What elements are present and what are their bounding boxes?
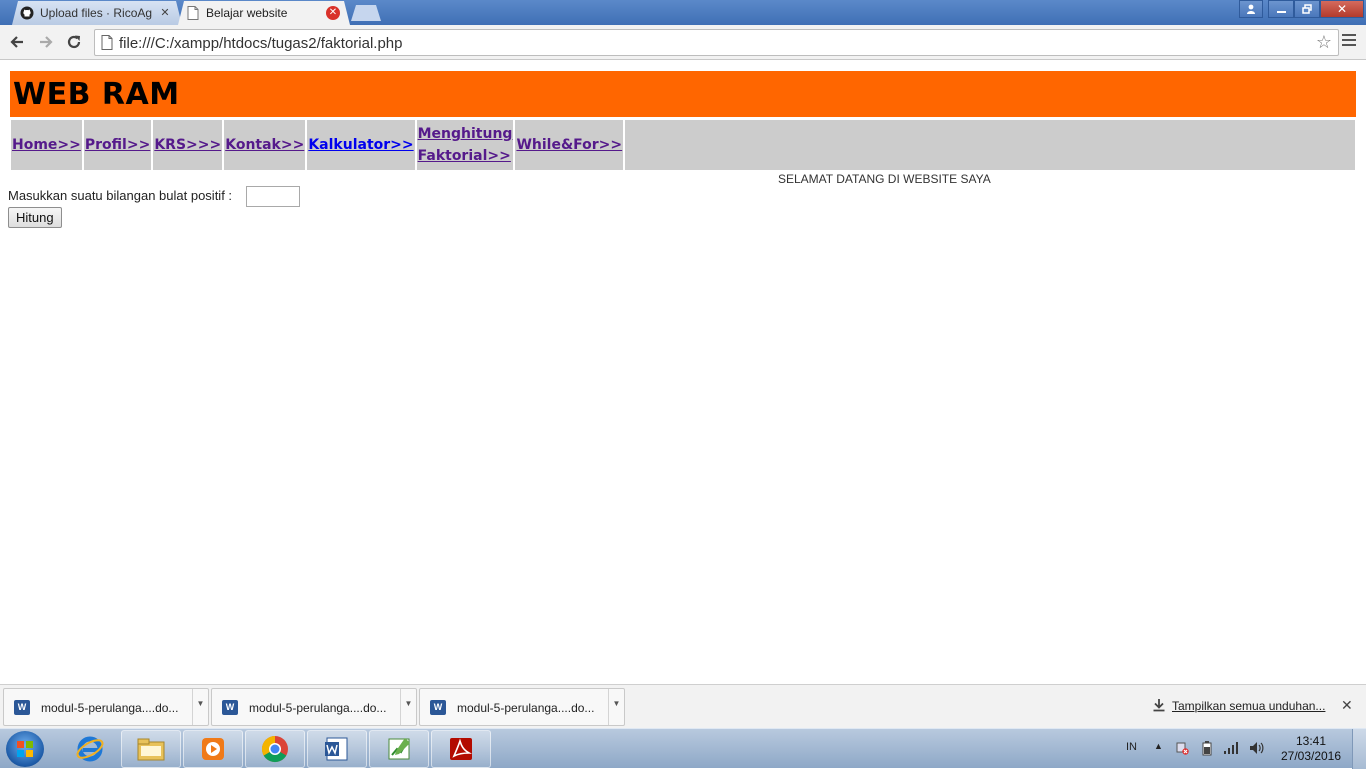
project-icon [388, 738, 410, 760]
nav-cell: KRS>>> [153, 120, 223, 170]
tab-title: Belajar website [206, 6, 288, 20]
volume-icon[interactable] [1248, 740, 1264, 759]
download-icon [1152, 698, 1166, 715]
word-document-icon: W [14, 700, 30, 715]
download-filename: modul-5-perulanga....do... [249, 701, 387, 715]
show-desktop-button[interactable] [1352, 729, 1366, 769]
acrobat-icon [450, 738, 473, 760]
nav-link-home[interactable]: Home>> [12, 137, 81, 153]
media-player-icon [202, 738, 224, 760]
word-document-icon: W [222, 700, 238, 715]
nav-cell-empty [625, 120, 1355, 170]
browser-toolbar: ☆ [0, 25, 1366, 60]
clock-date: 27/03/2016 [1280, 749, 1342, 763]
chevron-down-icon[interactable]: ▼ [192, 689, 208, 725]
address-bar[interactable]: ☆ [94, 29, 1339, 56]
nav-link-faktorial[interactable]: Menghitung Faktorial>> [418, 126, 513, 164]
back-arrow-icon [10, 36, 23, 48]
close-icon: ✕ [1336, 2, 1348, 16]
chevron-up-icon[interactable]: ▲ [1154, 741, 1163, 751]
clock-time: 13:41 [1295, 734, 1327, 748]
reload-icon [67, 35, 81, 49]
number-input-label: Masukkan suatu bilangan bulat positif : [8, 188, 233, 203]
close-window-button[interactable]: ✕ [1320, 0, 1364, 18]
user-icon [1247, 4, 1255, 14]
nav-cell: Menghitung Faktorial>> [416, 120, 514, 170]
number-input[interactable] [246, 186, 300, 207]
minimize-icon [1276, 11, 1286, 13]
internet-explorer-icon [76, 736, 104, 762]
nav-link-while-for[interactable]: While&For>> [516, 137, 622, 153]
restore-button[interactable] [1294, 0, 1320, 18]
bookmark-star-icon[interactable]: ☆ [1316, 33, 1332, 51]
file-explorer-icon [137, 738, 165, 761]
nav-link-profil[interactable]: Profil>> [85, 137, 150, 153]
taskbar-word[interactable] [307, 730, 367, 768]
nav-cell: Kontak>> [224, 120, 306, 170]
tab-belajar-website[interactable]: Belajar website ✕ [178, 1, 350, 25]
download-item[interactable]: W modul-5-perulanga....do... ▼ [3, 688, 209, 726]
close-tab-icon[interactable]: ✕ [158, 6, 172, 20]
taskbar-project[interactable] [369, 730, 429, 768]
chrome-menu-button[interactable] [1342, 34, 1356, 49]
new-tab-button[interactable] [351, 5, 381, 21]
chevron-down-icon[interactable]: ▼ [608, 689, 624, 725]
close-tab-icon[interactable]: ✕ [326, 6, 340, 20]
minimize-button[interactable] [1268, 0, 1294, 18]
taskbar-internet-explorer[interactable] [60, 730, 120, 768]
back-button[interactable] [7, 32, 27, 52]
network-error-icon[interactable] [1175, 741, 1189, 758]
nav-cell: While&For>> [515, 120, 624, 170]
nav-link-kalkulator[interactable]: Kalkulator>> [308, 137, 413, 153]
welcome-text: SELAMAT DATANG DI WEBSITE SAYA [778, 172, 991, 186]
restore-icon [1302, 4, 1312, 14]
download-filename: modul-5-perulanga....do... [41, 701, 179, 715]
user-profile-button[interactable] [1239, 0, 1263, 18]
forward-button[interactable] [36, 32, 56, 52]
windows-logo-icon [17, 741, 33, 757]
word-document-icon: W [430, 700, 446, 715]
site-header: WEB RAM [9, 70, 1357, 118]
windows-taskbar: IN ▲ 13:41 27/03/2016 [0, 728, 1366, 769]
reload-button[interactable] [64, 32, 84, 52]
nav-cell: Profil>> [83, 120, 152, 170]
chevron-down-icon[interactable]: ▼ [400, 689, 416, 725]
language-indicator[interactable]: IN [1126, 741, 1137, 753]
taskbar-clock[interactable]: 13:41 27/03/2016 [1278, 734, 1344, 764]
download-shelf: W modul-5-perulanga....do... ▼ W modul-5… [0, 684, 1366, 728]
chrome-icon [261, 735, 288, 763]
site-nav: Home>> Profil>> KRS>>> Kontak>> Kalkulat… [9, 120, 1357, 170]
close-icon[interactable]: ✕ [1341, 697, 1353, 714]
hitung-button[interactable]: Hitung [8, 207, 62, 228]
nav-cell: Home>> [11, 120, 82, 170]
tab-title: Upload files · RicoAg [40, 6, 153, 20]
github-icon [20, 6, 34, 20]
download-filename: modul-5-perulanga....do... [457, 701, 595, 715]
start-button[interactable] [6, 731, 44, 767]
taskbar-acrobat[interactable] [431, 730, 491, 768]
taskbar-chrome[interactable] [245, 730, 305, 768]
show-all-downloads-link[interactable]: Tampilkan semua unduhan... [1172, 699, 1325, 713]
taskbar-media-player[interactable] [183, 730, 243, 768]
taskbar-file-explorer[interactable] [121, 730, 181, 768]
page-icon [186, 6, 200, 20]
site-title: WEB RAM [13, 77, 180, 112]
signal-icon[interactable] [1223, 741, 1239, 758]
nav-link-kontak[interactable]: Kontak>> [225, 137, 304, 153]
nav-cell: Kalkulator>> [307, 120, 415, 170]
browser-title-bar: Upload files · RicoAg ✕ Belajar website … [0, 0, 1366, 25]
forward-arrow-icon [40, 36, 53, 48]
battery-icon[interactable] [1202, 741, 1212, 759]
tab-upload-files[interactable]: Upload files · RicoAg ✕ [12, 1, 182, 25]
download-item[interactable]: W modul-5-perulanga....do... ▼ [211, 688, 417, 726]
page-icon [101, 35, 113, 50]
word-icon [325, 737, 348, 761]
download-item[interactable]: W modul-5-perulanga....do... ▼ [419, 688, 625, 726]
nav-link-krs[interactable]: KRS>>> [154, 137, 221, 153]
url-input[interactable] [119, 33, 1299, 53]
